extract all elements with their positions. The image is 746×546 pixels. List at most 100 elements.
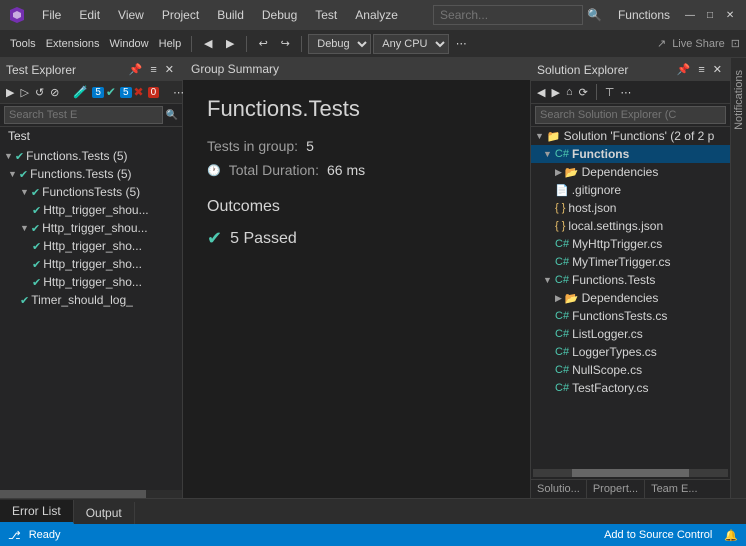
ft-expand-icon[interactable]: ▼ (543, 275, 552, 285)
dep1-expand-icon[interactable]: ▶ (555, 167, 562, 178)
se-more-btn[interactable]: ⋯ (618, 85, 633, 100)
tree-item-label-1: Functions.Tests (5) (30, 167, 131, 181)
se-label-gitignore: .gitignore (572, 183, 621, 197)
menu-debug[interactable]: Debug (254, 4, 305, 26)
toolbar-menu-extensions[interactable]: Extensions (42, 36, 104, 52)
se-item-mytimer[interactable]: C# MyTimerTrigger.cs (531, 253, 730, 271)
se-pin-icon[interactable]: 📌 (675, 62, 693, 77)
menu-edit[interactable]: Edit (71, 4, 108, 26)
forward-button[interactable]: ▶ (220, 35, 240, 52)
te-search-input[interactable] (4, 106, 163, 124)
configuration-select[interactable]: Debug (308, 34, 371, 54)
folder-icon-dep2: 📂 (565, 292, 579, 305)
run-all-btn[interactable]: ▶ (4, 85, 16, 100)
git-branch-icon: ⎇ (8, 529, 21, 542)
se-item-fttests[interactable]: C# FunctionsTests.cs (531, 307, 730, 325)
menu-project[interactable]: Project (154, 4, 207, 26)
se-item-myhttp[interactable]: C# MyHttpTrigger.cs (531, 235, 730, 253)
functions-expand-icon[interactable]: ▼ (543, 149, 552, 159)
maximize-button[interactable]: □ (702, 7, 718, 23)
tree-item-label-0: Functions.Tests (5) (26, 149, 127, 163)
expand-icon-1[interactable]: ▼ (8, 169, 17, 179)
solution-explorer-panel: Solution Explorer 📌 ≡ ✕ ◀ ▶ ⌂ ⟳ ⊤ ⋯ ▼ (530, 58, 730, 498)
tree-item-0[interactable]: ▼ ✔ Functions.Tests (5) (0, 147, 182, 165)
menu-test[interactable]: Test (307, 4, 345, 26)
notification-bell-icon[interactable]: 🔔 (724, 529, 738, 542)
gs-tests-label: Tests in group: (207, 138, 298, 154)
toolbar-menu-window[interactable]: Window (106, 36, 153, 52)
se-item-functions-tests[interactable]: ▼ C# Functions.Tests (531, 271, 730, 289)
close-button[interactable]: ✕ (722, 7, 738, 23)
se-item-solution[interactable]: ▼ 📁 Solution 'Functions' (2 of 2 p (531, 127, 730, 145)
run-selected-btn[interactable]: ▷ (18, 85, 30, 100)
te-search-bar: 🔍 (0, 104, 182, 127)
se-filter-btn[interactable]: ⊤ (603, 85, 617, 100)
se-forward-btn[interactable]: ▶ (549, 85, 561, 100)
se-item-testfactory[interactable]: C# TestFactory.cs (531, 379, 730, 397)
menu-build[interactable]: Build (209, 4, 252, 26)
functions-project-icon: C# (555, 148, 569, 160)
tree-item-2[interactable]: ▼ ✔ FunctionsTests (5) (0, 183, 182, 201)
redo-button[interactable]: ↪ (275, 35, 295, 52)
refresh-btn[interactable]: ↺ (33, 85, 46, 100)
add-source-control-btn[interactable]: Add to Source Control (604, 529, 712, 541)
se-item-host[interactable]: { } host.json (531, 199, 730, 217)
se-item-nullscope[interactable]: C# NullScope.cs (531, 361, 730, 379)
toolbar-more-btn[interactable]: ⋯ (451, 35, 471, 52)
se-item-dep2[interactable]: ▶ 📂 Dependencies (531, 289, 730, 307)
expand-icon-2[interactable]: ▼ (20, 187, 29, 197)
menu-file[interactable]: File (34, 4, 69, 26)
se-search-input[interactable] (535, 106, 726, 124)
se-tab-properties[interactable]: Propert... (587, 480, 645, 498)
se-item-loggertypes[interactable]: C# LoggerTypes.cs (531, 343, 730, 361)
se-menu-icon[interactable]: ≡ (696, 63, 706, 77)
tree-item-1[interactable]: ▼ ✔ Functions.Tests (5) (0, 165, 182, 183)
se-tab-solution[interactable]: Solutio... (531, 480, 587, 498)
menu-view[interactable]: View (110, 4, 152, 26)
se-item-gitignore[interactable]: 📄 .gitignore (531, 181, 730, 199)
menu-analyze[interactable]: Analyze (347, 4, 406, 26)
cancel-btn[interactable]: ⊘ (48, 85, 61, 100)
share-icon[interactable]: ⊡ (731, 37, 740, 50)
tree-item-8[interactable]: ✔ Timer_should_log_ (0, 291, 182, 309)
solution-expand-icon[interactable]: ▼ (535, 131, 544, 141)
se-item-dep1[interactable]: ▶ 📂 Dependencies (531, 163, 730, 181)
se-label-testfactory: TestFactory.cs (572, 381, 648, 395)
myhttp-cs-icon: C# (555, 238, 569, 250)
tree-item-7[interactable]: ✔ Http_trigger_sho... (0, 273, 182, 291)
se-scrollbar[interactable] (533, 469, 728, 477)
vs-logo (8, 6, 26, 24)
se-tab-team[interactable]: Team E... (645, 480, 703, 498)
gs-outcomes: Outcomes ✔ 5 Passed (207, 198, 506, 249)
toolbar-menu-tools[interactable]: Tools (6, 36, 40, 52)
panel-menu-icon[interactable]: ≡ (148, 63, 158, 77)
tab-error-list[interactable]: Error List (0, 500, 74, 524)
se-close-icon[interactable]: ✕ (711, 62, 724, 77)
undo-button[interactable]: ↩ (253, 35, 273, 52)
tree-item-5[interactable]: ✔ Http_trigger_sho... (0, 237, 182, 255)
se-home-btn[interactable]: ⌂ (564, 85, 575, 99)
live-share-label[interactable]: Live Share (672, 38, 725, 50)
tree-item-4[interactable]: ▼ ✔ Http_trigger_shou... (0, 219, 182, 237)
se-item-listlogger[interactable]: C# ListLogger.cs (531, 325, 730, 343)
tab-output[interactable]: Output (74, 502, 135, 524)
se-item-local-settings[interactable]: { } local.settings.json (531, 217, 730, 235)
title-search-input[interactable] (433, 5, 583, 25)
back-button[interactable]: ◀ (198, 35, 218, 52)
dep2-expand-icon[interactable]: ▶ (555, 293, 562, 304)
se-sync-btn[interactable]: ⟳ (577, 85, 590, 100)
test-explorer-header-actions: 📌 ≡ ✕ (127, 62, 176, 77)
toolbar-menu-help[interactable]: Help (155, 36, 186, 52)
expand-icon-4[interactable]: ▼ (20, 223, 29, 233)
close-panel-icon[interactable]: ✕ (163, 62, 176, 77)
tree-item-3[interactable]: ✔ Http_trigger_shou... (0, 201, 182, 219)
minimize-button[interactable]: — (682, 7, 698, 23)
se-item-functions[interactable]: ▼ C# Functions (531, 145, 730, 163)
te-scrollbar[interactable] (0, 490, 182, 498)
te-search-icon[interactable]: 🔍 (166, 110, 178, 121)
tree-item-6[interactable]: ✔ Http_trigger_sho... (0, 255, 182, 273)
pin-icon[interactable]: 📌 (127, 62, 145, 77)
se-back-btn[interactable]: ◀ (535, 85, 547, 100)
platform-select[interactable]: Any CPU (373, 34, 449, 54)
expand-icon-0[interactable]: ▼ (4, 151, 13, 161)
